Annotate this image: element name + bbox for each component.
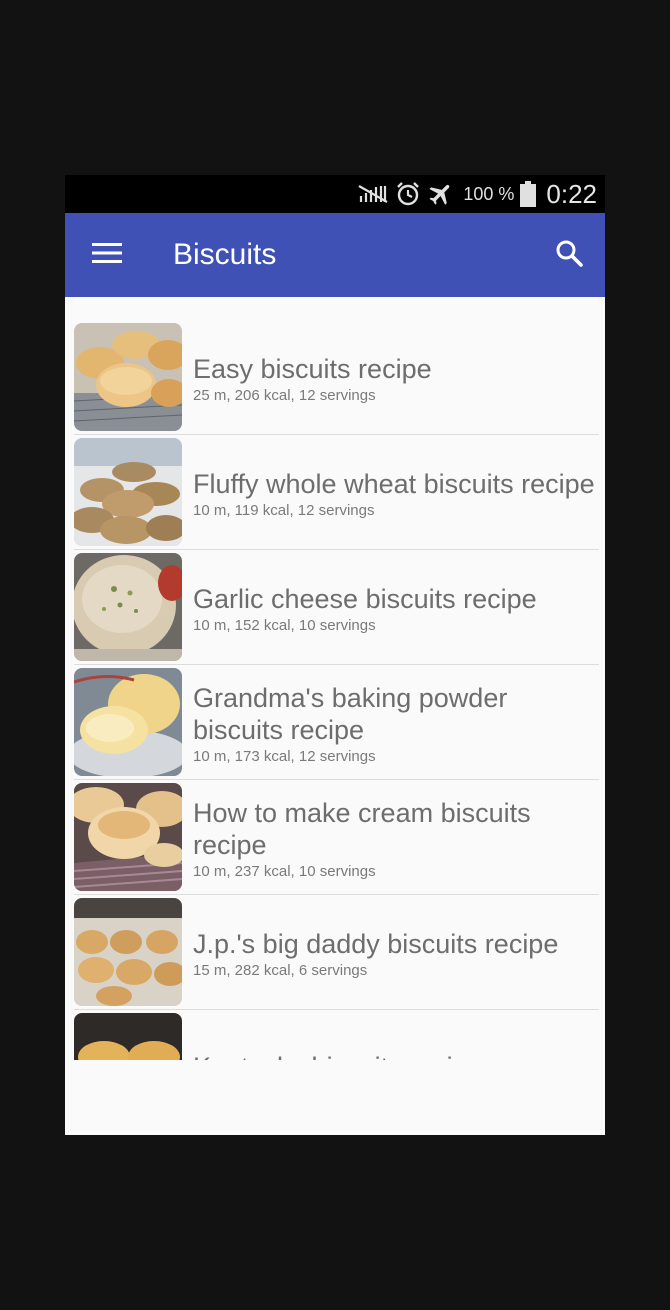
- menu-button[interactable]: [65, 213, 149, 297]
- recipe-title: Easy biscuits recipe: [193, 353, 432, 384]
- recipe-title: How to make cream biscuits recipe: [193, 797, 531, 860]
- app-toolbar: Biscuits: [65, 213, 605, 297]
- recipe-meta: 10 m, 173 kcal, 12 servings: [193, 747, 376, 765]
- airplane-icon: [427, 180, 455, 208]
- list-item[interactable]: Fluffy whole wheat biscuits recipe 10 m,…: [74, 435, 599, 550]
- battery-percent: 100 %: [463, 183, 515, 204]
- alarm-icon: [395, 180, 421, 208]
- recipe-thumbnail: [74, 323, 182, 431]
- search-button[interactable]: [533, 213, 605, 297]
- no-signal-icon: [357, 180, 389, 208]
- recipe-meta: 10 m, 119 kcal, 12 servings: [193, 501, 375, 519]
- recipe-meta: 15 m, 282 kcal, 6 servings: [193, 961, 368, 979]
- recipe-list[interactable]: Easy biscuits recipe 25 m, 206 kcal, 12 …: [65, 320, 605, 1060]
- recipe-thumbnail: [74, 783, 182, 891]
- recipe-meta: 10 m, 152 kcal, 10 servings: [193, 616, 376, 634]
- phone-screen: 100 % 0:22 Biscuits Easy biscuits recipe…: [65, 175, 605, 1135]
- recipe-meta: 25 m, 206 kcal, 12 servings: [193, 386, 376, 404]
- recipe-title: Kentucky biscuits recipe: [193, 1051, 599, 1060]
- page-title: Biscuits: [173, 238, 277, 271]
- recipe-thumbnail: [74, 1013, 182, 1060]
- battery-icon: [520, 180, 537, 208]
- status-bar: 100 % 0:22: [65, 175, 605, 213]
- recipe-title: Fluffy whole wheat biscuits recipe: [193, 468, 595, 499]
- recipe-title: Grandma's baking powder biscuits recipe: [193, 682, 508, 745]
- list-item[interactable]: Kentucky biscuits recipe: [74, 1010, 599, 1060]
- recipe-thumbnail: [74, 438, 182, 546]
- recipe-meta: 10 m, 237 kcal, 10 servings: [193, 862, 376, 880]
- recipe-title: J.p.'s big daddy biscuits recipe: [193, 928, 559, 959]
- recipe-title: Garlic cheese biscuits recipe: [193, 583, 537, 614]
- list-item[interactable]: How to make cream biscuits recipe 10 m, …: [74, 780, 599, 895]
- hamburger-menu-icon: [92, 242, 122, 269]
- list-item[interactable]: Garlic cheese biscuits recipe 10 m, 152 …: [74, 550, 599, 665]
- list-item[interactable]: Grandma's baking powder biscuits recipe …: [74, 665, 599, 780]
- recipe-thumbnail: [74, 553, 182, 661]
- recipe-thumbnail: [74, 668, 182, 776]
- clock: 0:22: [546, 178, 597, 209]
- list-item[interactable]: J.p.'s big daddy biscuits recipe 15 m, 2…: [74, 895, 599, 1010]
- search-icon: [555, 239, 583, 272]
- recipe-thumbnail: [74, 898, 182, 1006]
- list-item[interactable]: Easy biscuits recipe 25 m, 206 kcal, 12 …: [74, 320, 599, 435]
